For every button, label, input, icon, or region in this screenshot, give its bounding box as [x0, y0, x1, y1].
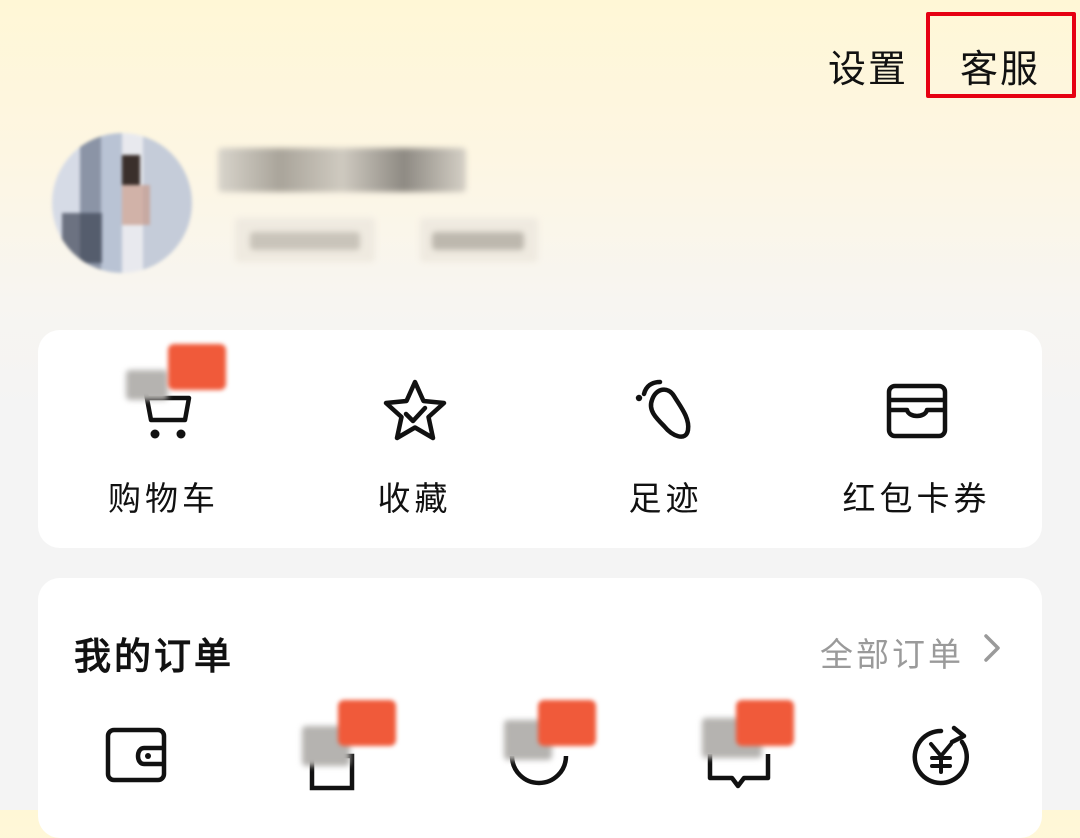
quick-item-label: 足迹 [628, 479, 703, 518]
order-count-badge [538, 700, 596, 746]
order-count-badge [338, 700, 396, 746]
username-blurred[interactable] [218, 148, 466, 192]
quick-actions-card: 购物车 收藏 足迹 红包卡券 [38, 330, 1042, 548]
order-count-badge [736, 700, 794, 746]
quick-item-label: 购物车 [108, 479, 219, 518]
cart-count-badge [168, 344, 226, 390]
footprint-icon [635, 379, 690, 439]
settings-link[interactable]: 设置 [828, 38, 908, 93]
star-icon [383, 379, 446, 441]
quick-item-coupons[interactable]: 红包卡券 [791, 330, 1042, 548]
avatar[interactable] [52, 133, 192, 273]
chevron-right-icon[interactable] [980, 632, 1004, 664]
quick-item-cart[interactable]: 购物车 [38, 330, 289, 548]
avatar-pixel [122, 155, 140, 185]
badge-blurred [126, 370, 168, 400]
quick-item-label: 红包卡券 [842, 479, 991, 518]
profile-tag-text-blurred [250, 232, 360, 250]
wallet-icon[interactable] [104, 726, 170, 786]
all-orders-link[interactable]: 全部订单 [820, 628, 964, 676]
quick-item-footprints[interactable]: 足迹 [540, 330, 791, 548]
quick-item-favorites[interactable]: 收藏 [289, 330, 540, 548]
profile-tag-text-blurred [432, 232, 524, 250]
refund-icon[interactable] [908, 724, 974, 790]
highlight-box [926, 12, 1076, 98]
orders-title: 我的订单 [74, 634, 234, 678]
orders-card: 我的订单 全部订单 [38, 578, 1042, 838]
avatar-pixel [122, 185, 150, 225]
wallet-card-icon [886, 383, 947, 439]
avatar-pixel [62, 213, 102, 263]
quick-item-label: 收藏 [377, 479, 452, 518]
